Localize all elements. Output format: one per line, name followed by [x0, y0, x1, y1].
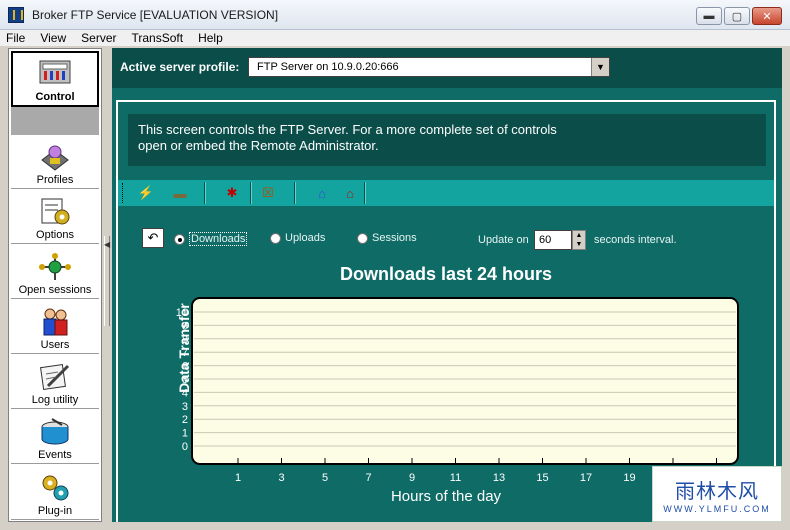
events-icon [41, 418, 69, 445]
profile-dropdown[interactable]: FTP Server on 10.9.0.20:666 ▼ [248, 57, 610, 77]
watermark-sub: WWW.YLMFU.COM [663, 503, 771, 514]
downloads-chart: 0123456789101357911131517192123 [176, 297, 739, 484]
window-controls: ▬ ▢ ✕ [696, 7, 782, 25]
profiles-icon [41, 145, 69, 171]
chart-y-tick: 9 [182, 320, 188, 332]
chart-x-tick: 13 [493, 472, 505, 484]
collapse-arrow-icon[interactable]: ◀ [104, 240, 110, 249]
sidebar-item-label: Open sessions [18, 284, 92, 296]
chart-y-tick: 8 [182, 334, 188, 346]
chart-y-tick: 3 [182, 401, 188, 413]
sidebar-divider [11, 107, 99, 135]
control-panel-icon [39, 60, 71, 84]
users-icon [43, 308, 68, 336]
chart-y-tick: 7 [182, 347, 188, 359]
chart-x-tick: 11 [450, 472, 461, 484]
chart-y-tick: 5 [182, 374, 188, 386]
close-button[interactable]: ✕ [752, 7, 782, 25]
control-content: This screen controls the FTP Server. For… [116, 100, 776, 522]
sidebar-item-label: Options [36, 229, 74, 241]
sidebar-item-profiles[interactable]: Profiles [11, 135, 99, 189]
menu-bar: File View Server TransSoft Help [0, 30, 790, 46]
menu-transsoft[interactable]: TransSoft [131, 31, 183, 45]
sidebar-item-label: Users [40, 339, 70, 351]
open-sessions-icon [39, 253, 71, 280]
sidebar-item-log-utility[interactable]: Log utility [11, 354, 99, 409]
chart-plot-area [191, 297, 739, 465]
chart-x-tick: 19 [623, 472, 635, 484]
chart-x-tick: 9 [409, 472, 415, 484]
chevron-down-icon[interactable]: ▼ [591, 58, 609, 76]
chart-y-tick: 2 [182, 414, 188, 426]
options-icon [41, 198, 70, 225]
app-icon [8, 6, 24, 23]
sidebar-item-open-sessions[interactable]: Open sessions [11, 244, 99, 299]
sidebar-item-label: Events [38, 449, 72, 461]
sidebar-item-options[interactable]: Options [11, 189, 99, 244]
sidebar-item-events[interactable]: Events [11, 409, 99, 464]
splitter-grip[interactable] [104, 236, 110, 326]
chart-x-tick: 7 [365, 472, 371, 484]
chart-y-tick: 0 [182, 441, 188, 453]
profile-bar: Active server profile: FTP Server on 10.… [112, 48, 782, 88]
chart-y-tick: 6 [182, 361, 188, 373]
title-bar: Broker FTP Service [EVALUATION VERSION] … [0, 0, 790, 30]
sidebar-item-plug-in[interactable]: Plug-in [11, 464, 99, 520]
plug-in-icon [42, 475, 69, 501]
sidebar-item-control[interactable]: Control [11, 51, 99, 107]
watermark-main: 雨林木风 [675, 478, 759, 503]
chart-y-tick: 4 [182, 387, 188, 399]
sidebar-item-label: Plug-in [37, 505, 73, 517]
sidebar-item-label: Log utility [31, 394, 79, 406]
main-panel: Active server profile: FTP Server on 10.… [112, 48, 782, 522]
log-utility-icon [40, 364, 70, 390]
chart-x-tick: 1 [235, 472, 241, 484]
sidebar-item-label: Profiles [36, 174, 74, 186]
chart-x-tick: 15 [536, 472, 548, 484]
window-title: Broker FTP Service [EVALUATION VERSION] [32, 7, 279, 22]
menu-server[interactable]: Server [81, 31, 116, 45]
sidebar-item-label: Control [35, 91, 75, 103]
watermark-logo: 雨林木风 WWW.YLMFU.COM [652, 466, 782, 522]
chart-y-tick: 10 [176, 307, 188, 319]
menu-file[interactable]: File [6, 31, 25, 45]
chart-y-tick: 1 [182, 428, 188, 440]
maximize-button[interactable]: ▢ [724, 7, 750, 25]
profile-value: FTP Server on 10.9.0.20:666 [257, 61, 399, 73]
minimize-button[interactable]: ▬ [696, 7, 722, 25]
chart-x-tick: 5 [322, 472, 328, 484]
menu-view[interactable]: View [40, 31, 66, 45]
panel-splitter[interactable]: ◀ [102, 48, 112, 522]
chart-x-tick: 17 [580, 472, 592, 484]
sidebar-item-users[interactable]: Users [11, 299, 99, 354]
profile-label: Active server profile: [120, 60, 240, 74]
sidebar: Control Profiles Options Open sessions U… [8, 48, 102, 522]
chart-x-tick: 3 [278, 472, 284, 484]
menu-help[interactable]: Help [198, 31, 223, 45]
